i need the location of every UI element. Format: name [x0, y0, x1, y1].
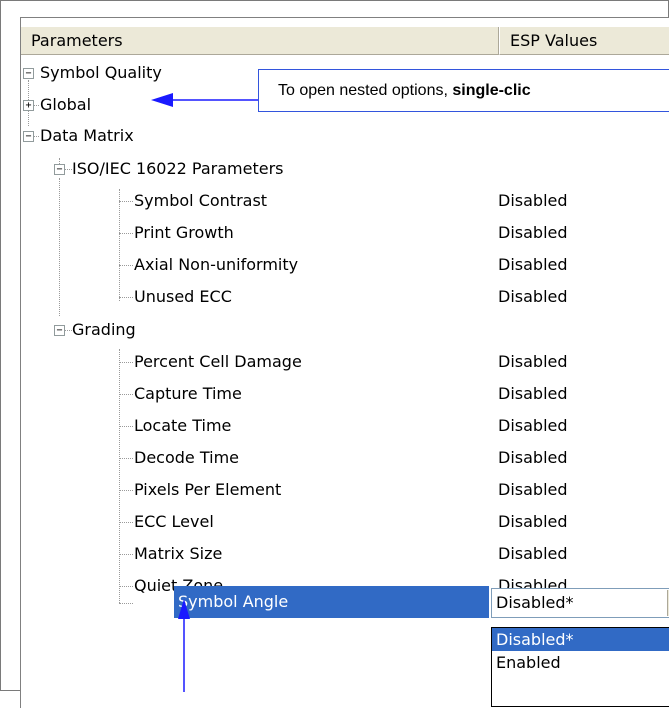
expand-icon[interactable]: + — [23, 100, 34, 111]
tree-line — [119, 603, 133, 604]
tree-item-label: ISO/IEC 16022 Parameters — [72, 159, 284, 178]
esp-value[interactable]: Disabled — [498, 570, 568, 595]
tree-item-label: Data Matrix — [40, 126, 134, 145]
tree-item-symbol-quality[interactable]: Symbol Quality — [40, 57, 162, 89]
tree-item-label: Decode Time — [134, 448, 239, 467]
tree-line — [119, 297, 133, 298]
collapse-icon[interactable]: − — [23, 68, 34, 79]
tree-item-global[interactable]: Global — [40, 89, 91, 121]
dropdown-selected-value: Disabled* — [496, 593, 574, 612]
tree-item-grading[interactable]: Grading — [72, 314, 136, 346]
tree-line — [119, 490, 133, 491]
tree-item-label: Percent Cell Damage — [134, 352, 302, 371]
tree-item-label: Capture Time — [134, 384, 242, 403]
tree-item-symbol-contrast[interactable]: Symbol Contrast — [134, 185, 267, 217]
tree-item-percent-cell-damage[interactable]: Percent Cell Damage — [134, 346, 302, 378]
esp-value[interactable]: Disabled — [498, 281, 568, 313]
tree-item-label: Symbol Contrast — [134, 191, 268, 210]
esp-value[interactable]: Disabled — [498, 506, 568, 538]
tree-item-label: Grading — [72, 320, 136, 339]
tree-line — [119, 426, 133, 427]
tree-line — [65, 169, 72, 170]
tree-line — [28, 80, 29, 100]
esp-value-dropdown[interactable]: Disabled* — [491, 588, 669, 618]
tree-item-label: Print Growth — [134, 223, 234, 242]
tree-line — [119, 522, 133, 523]
esp-value[interactable]: Disabled — [498, 410, 568, 442]
tree-line — [65, 330, 72, 331]
tree-line — [119, 586, 133, 587]
tree-line — [34, 105, 39, 106]
callout-box: To open nested options, single-clic — [258, 69, 669, 112]
dropdown-option-enabled[interactable]: Enabled — [492, 651, 669, 674]
tree-line — [119, 362, 133, 363]
tree-item-label: Matrix Size — [134, 544, 223, 563]
collapse-icon[interactable]: − — [54, 164, 65, 175]
tree-line — [119, 201, 133, 202]
esp-value[interactable]: Disabled — [498, 442, 568, 474]
tree-line — [59, 178, 60, 316]
tree-line — [119, 394, 133, 395]
esp-value[interactable]: Disabled — [498, 474, 568, 506]
tree-item-matrix-size[interactable]: Matrix Size — [134, 538, 222, 570]
tree-item-locate-time[interactable]: Locate Time — [134, 410, 231, 442]
tree-item-iso-iec-16022-parameters[interactable]: ISO/IEC 16022 Parameters — [72, 153, 284, 185]
tree-item-label: Pixels Per Element — [134, 480, 282, 499]
collapse-icon[interactable]: − — [23, 131, 34, 142]
column-header-parameters[interactable]: Parameters — [21, 27, 499, 55]
tree-line — [34, 136, 39, 137]
tree-item-label: ECC Level — [134, 512, 214, 531]
tree-item-label: Symbol Angle — [178, 592, 289, 611]
tree-item-label: Global — [40, 95, 92, 114]
esp-value[interactable]: Disabled — [498, 346, 568, 378]
esp-value[interactable]: Disabled — [498, 538, 568, 570]
tree-item-capture-time[interactable]: Capture Time — [134, 378, 242, 410]
tree-item-label: Unused ECC — [134, 287, 232, 306]
dropdown-option-disabled[interactable]: Disabled* — [492, 628, 669, 651]
tree-item-data-matrix[interactable]: Data Matrix — [40, 120, 134, 152]
window-frame: Parameters ESP Values − + − − − Symbol Q… — [0, 0, 669, 708]
esp-value[interactable]: Disabled — [498, 185, 568, 217]
tree-item-ecc-level[interactable]: ECC Level — [134, 506, 214, 538]
tree-item-label: Axial Non-uniformity — [134, 255, 299, 274]
parameter-tree-panel: Parameters ESP Values − + − − − Symbol Q… — [20, 17, 669, 708]
tree-item-pixels-per-element[interactable]: Pixels Per Element — [134, 474, 281, 506]
tree-line — [119, 233, 133, 234]
esp-value[interactable]: Disabled — [498, 378, 568, 410]
tree-line — [119, 554, 133, 555]
callout-text-bold: single-clic — [452, 82, 531, 99]
tree-item-axial-non-uniformity[interactable]: Axial Non-uniformity — [134, 249, 298, 281]
collapse-icon[interactable]: − — [54, 325, 65, 336]
tree-line — [119, 458, 133, 459]
tree-item-unused-ecc[interactable]: Unused ECC — [134, 281, 232, 313]
column-header-esp-values[interactable]: ESP Values — [499, 27, 669, 55]
tree-item-symbol-angle[interactable]: Symbol Angle — [178, 586, 288, 618]
esp-value[interactable]: Disabled — [498, 249, 568, 281]
tree-line — [119, 265, 133, 266]
tree-item-label: Locate Time — [134, 416, 232, 435]
tree-line — [119, 189, 120, 301]
esp-value[interactable]: Disabled — [498, 217, 568, 249]
tree-item-label: Symbol Quality — [40, 63, 162, 82]
tree-line — [119, 349, 120, 603]
dropdown-list: Disabled* Enabled — [491, 627, 669, 707]
tree-item-print-growth[interactable]: Print Growth — [134, 217, 234, 249]
callout-text: To open nested options, — [278, 82, 453, 99]
tree-item-decode-time[interactable]: Decode Time — [134, 442, 239, 474]
